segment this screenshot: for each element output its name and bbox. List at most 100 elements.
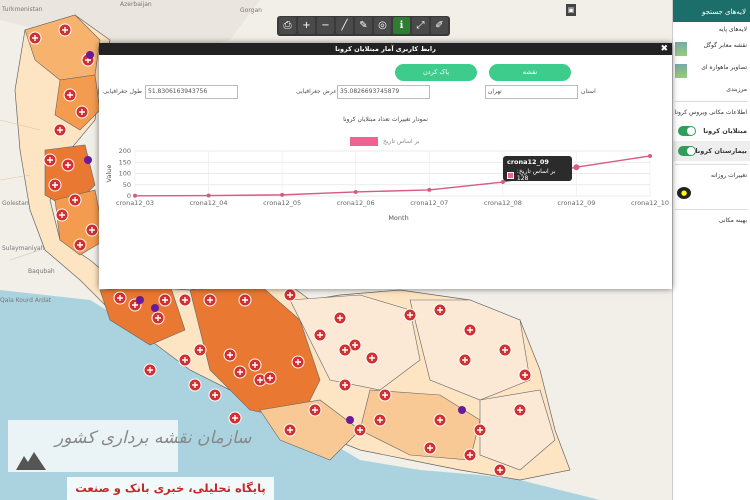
close-icon[interactable]: ✖	[660, 43, 668, 55]
infection-marker[interactable]	[498, 343, 512, 357]
infection-marker[interactable]	[338, 378, 352, 392]
infection-marker[interactable]	[73, 238, 87, 252]
province-field[interactable]: تهران	[485, 85, 578, 99]
infection-marker[interactable]	[53, 123, 67, 137]
infection-marker[interactable]	[248, 358, 262, 372]
hospital-marker[interactable]	[136, 296, 144, 304]
infection-marker[interactable]	[223, 348, 237, 362]
chart-tooltip: crona12_09 بر اساس تاریخ: 128	[503, 156, 572, 182]
infection-marker[interactable]	[473, 423, 487, 437]
infection-marker[interactable]	[43, 153, 57, 167]
data-point[interactable]	[648, 153, 652, 158]
infection-marker[interactable]	[313, 328, 327, 342]
infection-marker[interactable]	[433, 303, 447, 317]
infection-marker[interactable]	[463, 448, 477, 462]
hospital-marker[interactable]	[86, 51, 94, 59]
infection-marker[interactable]	[373, 413, 387, 427]
data-point[interactable]	[427, 187, 432, 192]
layers-icon[interactable]: ◎	[374, 17, 391, 34]
panel-item-corona-info[interactable]: اطلاعات مکانی ویروس کرونا	[673, 105, 750, 121]
infection-marker[interactable]	[308, 403, 322, 417]
infection-marker[interactable]	[208, 388, 222, 402]
zoom-out-icon[interactable]: −	[317, 17, 334, 34]
toggle-label: مبتلایان کرونا	[703, 127, 747, 135]
infection-marker[interactable]	[178, 293, 192, 307]
lon-field[interactable]: 51.8306163943756	[145, 85, 238, 99]
data-point[interactable]	[573, 164, 580, 171]
y-tick-label: 200	[119, 147, 131, 155]
infection-marker[interactable]	[338, 343, 352, 357]
infection-marker[interactable]	[193, 343, 207, 357]
infection-marker[interactable]	[68, 193, 82, 207]
lon-label: طول جغرافیایی	[103, 88, 142, 95]
panel-item-boundaries[interactable]: مرزبندی	[673, 82, 750, 98]
collapse-icon[interactable]: ▣	[566, 4, 576, 16]
infection-marker[interactable]	[433, 413, 447, 427]
infection-marker[interactable]	[458, 353, 472, 367]
map-button[interactable]: نقشه	[489, 64, 571, 81]
infection-marker[interactable]	[283, 288, 297, 302]
infection-marker[interactable]	[143, 363, 157, 377]
lat-field[interactable]: 35.0826693745879	[337, 85, 430, 99]
infection-marker[interactable]	[365, 351, 379, 365]
infection-marker[interactable]	[333, 311, 347, 325]
infection-marker[interactable]	[403, 308, 417, 322]
infection-marker[interactable]	[423, 441, 437, 455]
draw-line-icon[interactable]: ╱	[336, 17, 353, 34]
data-point[interactable]	[206, 193, 211, 198]
infection-marker[interactable]	[61, 158, 75, 172]
infection-marker[interactable]	[263, 371, 277, 385]
infection-marker[interactable]	[48, 178, 62, 192]
infection-marker[interactable]	[151, 311, 165, 325]
clear-button[interactable]: پاک کردن	[395, 64, 477, 81]
hospital-marker[interactable]	[346, 416, 354, 424]
edit-icon[interactable]: ✎	[355, 17, 372, 34]
fullscreen-icon[interactable]: ⤢	[412, 17, 429, 34]
infection-marker[interactable]	[203, 293, 217, 307]
infection-marker[interactable]	[518, 368, 532, 382]
infection-marker[interactable]	[75, 105, 89, 119]
infection-marker[interactable]	[283, 423, 297, 437]
info-icon[interactable]: ℹ	[393, 17, 410, 34]
hospital-marker[interactable]	[151, 304, 159, 312]
infection-marker[interactable]	[378, 388, 392, 402]
panel-item-optimal-location[interactable]: بهینه مکانی	[673, 213, 750, 229]
hospital-marker[interactable]	[84, 156, 92, 164]
infection-marker[interactable]	[493, 463, 507, 477]
infection-marker[interactable]	[113, 291, 127, 305]
infection-marker[interactable]	[158, 293, 172, 307]
hospital-marker[interactable]	[458, 406, 466, 414]
infection-marker[interactable]	[353, 423, 367, 437]
data-point[interactable]	[280, 192, 285, 197]
toggle-row-infected: مبتلایان کرونا	[673, 121, 750, 141]
infection-marker[interactable]	[513, 403, 527, 417]
print-icon[interactable]: ⎙	[279, 17, 296, 34]
panel-item-base-layers[interactable]: لایه‌های پایه	[673, 22, 750, 38]
y-axis-label: Value	[105, 165, 113, 183]
infection-marker[interactable]	[58, 23, 72, 37]
infection-marker[interactable]	[228, 411, 242, 425]
infection-marker[interactable]	[85, 223, 99, 237]
hospitals-toggle[interactable]	[678, 146, 696, 156]
panel-item-daily-changes[interactable]: تغییرات روزانه	[673, 168, 750, 184]
infection-marker[interactable]	[233, 365, 247, 379]
panel-item-google-streets[interactable]: نقشه معابر گوگل	[673, 38, 750, 60]
infection-marker[interactable]	[188, 378, 202, 392]
ruler-icon[interactable]: ✐	[431, 17, 448, 34]
infected-toggle[interactable]	[678, 126, 696, 136]
daily-changes-control: ●	[673, 184, 750, 206]
infection-marker[interactable]	[55, 208, 69, 222]
x-tick-label: crona12_05	[263, 199, 301, 207]
infection-marker[interactable]	[63, 88, 77, 102]
data-point[interactable]	[133, 193, 137, 198]
play-icon[interactable]: ●	[677, 187, 691, 199]
data-point[interactable]	[353, 189, 358, 194]
infection-marker[interactable]	[178, 353, 192, 367]
map-thumbnail	[675, 42, 687, 56]
infection-marker[interactable]	[238, 293, 252, 307]
infection-marker[interactable]	[463, 323, 477, 337]
panel-item-satellite[interactable]: تصاویر ماهواره ای	[673, 60, 750, 82]
infection-marker[interactable]	[28, 31, 42, 45]
zoom-in-icon[interactable]: +	[298, 17, 315, 34]
infection-marker[interactable]	[291, 355, 305, 369]
